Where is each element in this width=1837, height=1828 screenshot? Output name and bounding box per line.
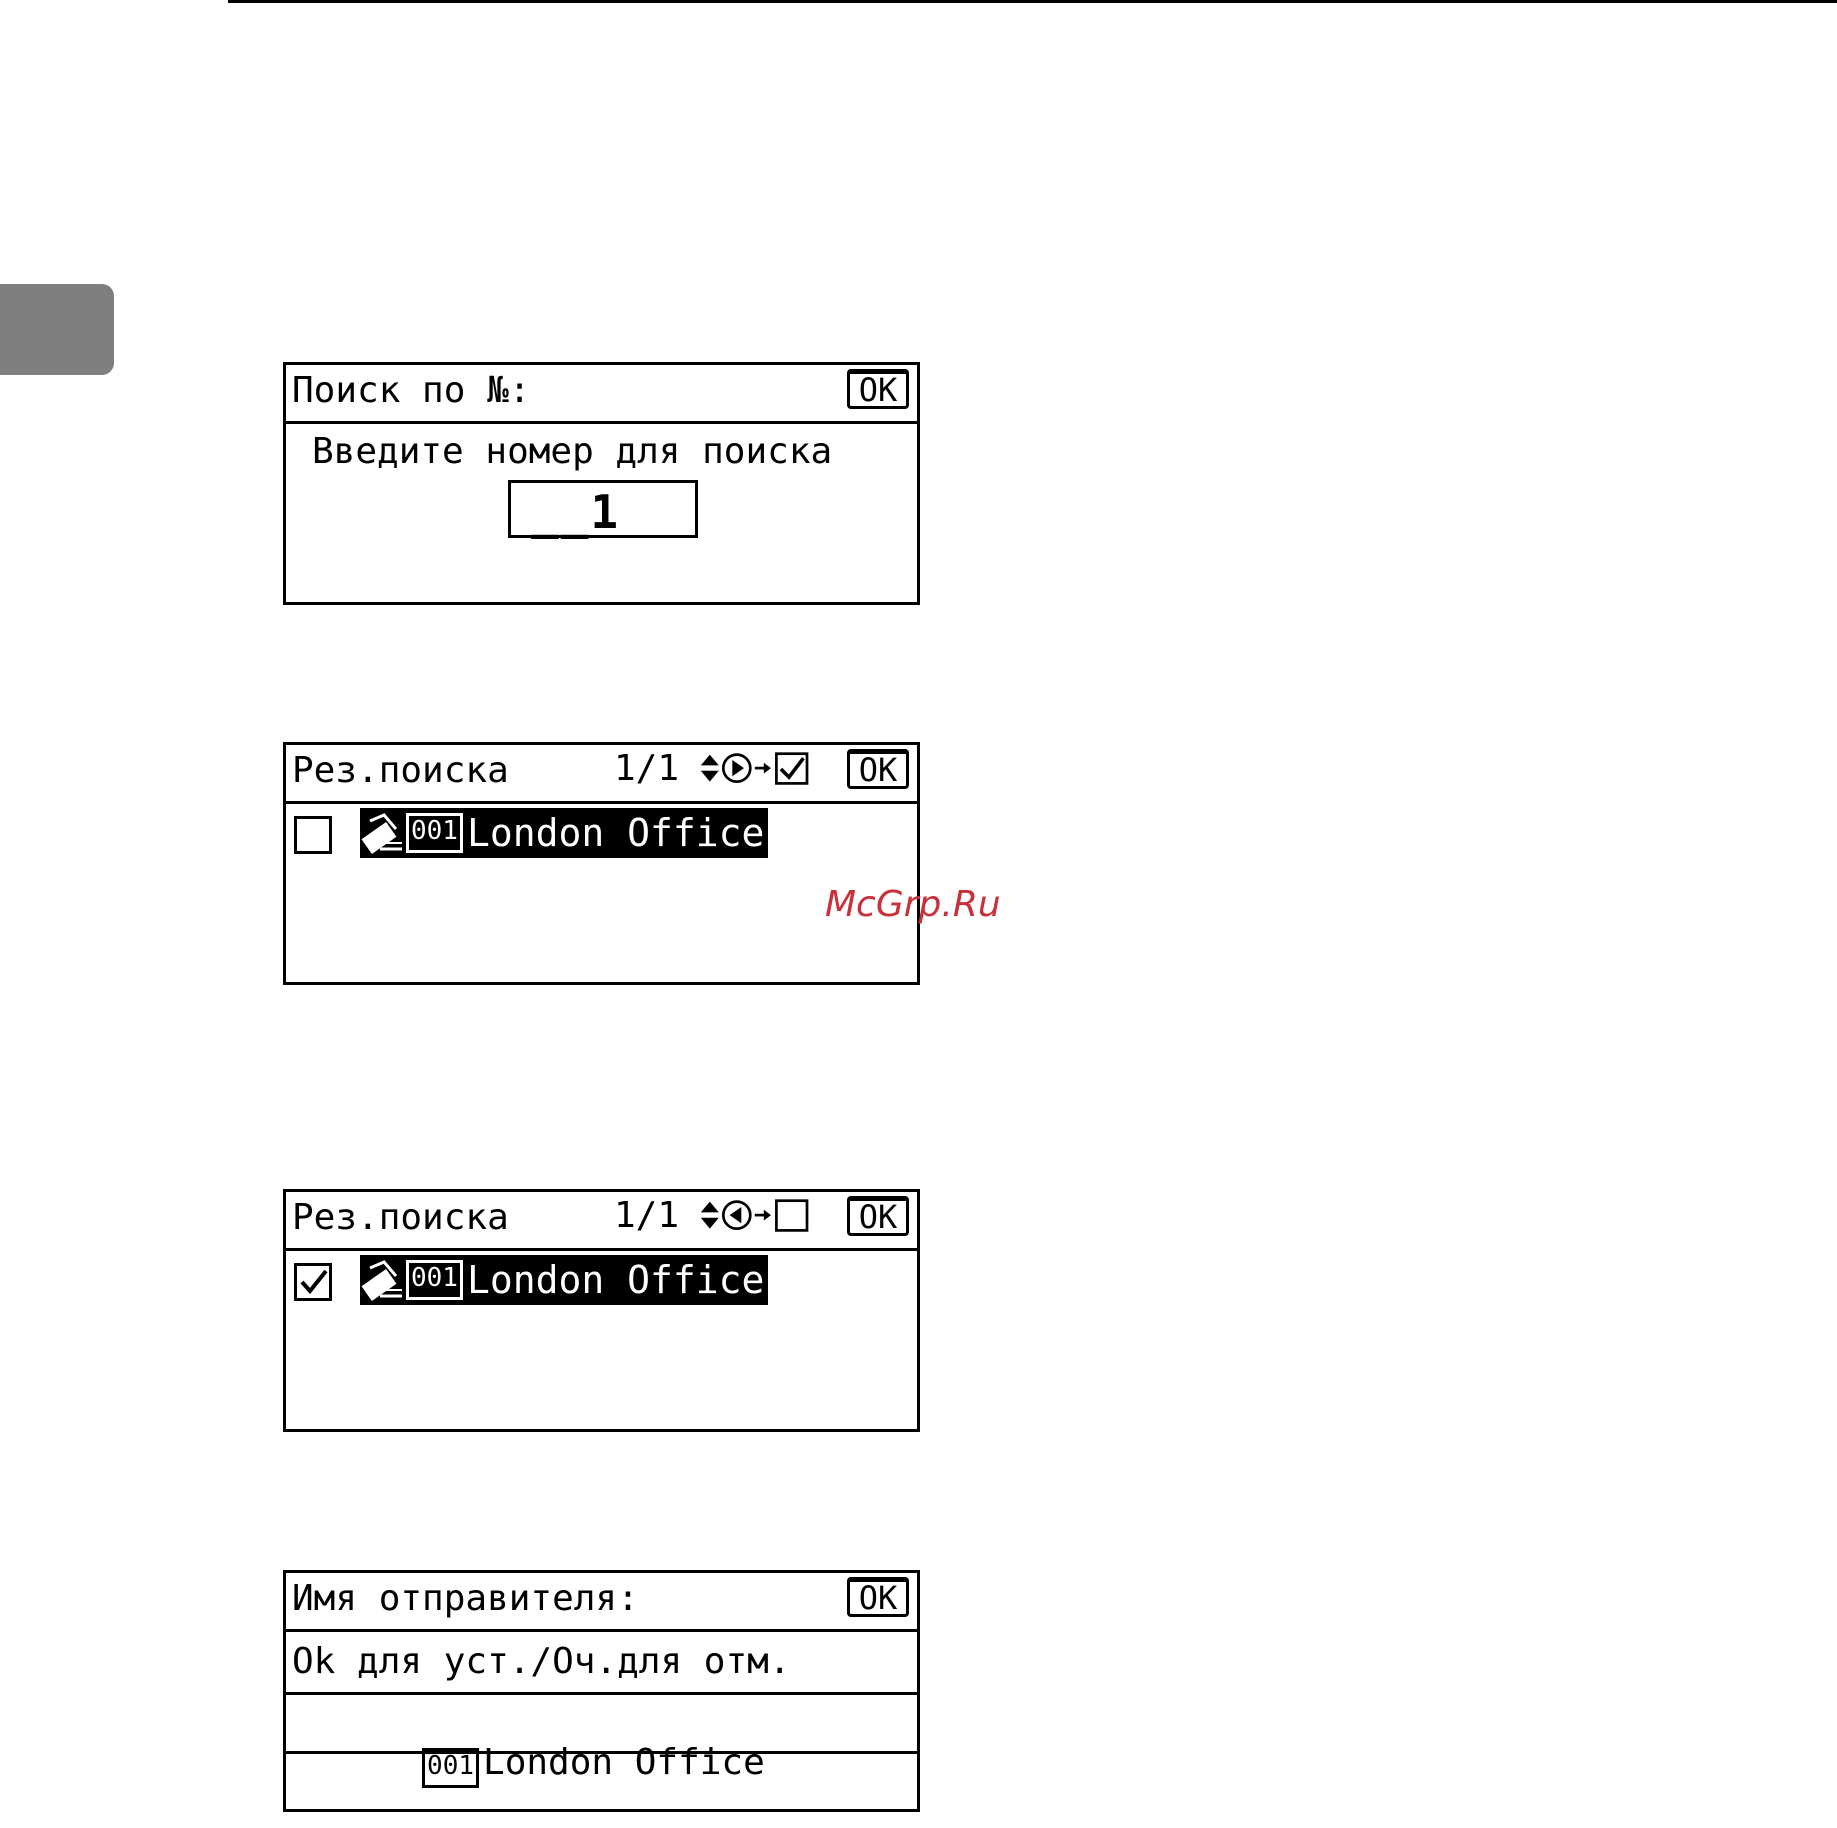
page-indicator: 1/1 [614, 1195, 680, 1236]
panel-title: Рез.поиска [292, 750, 509, 791]
chapter-tab [0, 284, 114, 375]
entry-checkbox[interactable] [294, 816, 332, 854]
search-prompt: Введите номер для поиска [312, 431, 833, 472]
empty-box-icon [775, 1199, 809, 1232]
up-down-arrow-icon [700, 1201, 719, 1229]
arrow-right-icon [754, 762, 771, 774]
right-select-icon [721, 753, 752, 783]
panel-header: Поиск по №: OK [286, 365, 917, 424]
navigation-icons [700, 1199, 809, 1232]
navigation-icons [700, 752, 809, 785]
hint-row: Ok для уст./Оч.для отм. [286, 1632, 917, 1695]
empty-row [286, 1754, 917, 1809]
check-mark-icon [300, 1269, 328, 1295]
entry-number-badge: 001 [406, 813, 463, 853]
entry-checkbox-checked[interactable] [294, 1263, 332, 1301]
panel-title: Поиск по №: [292, 370, 531, 411]
number-input[interactable]: __1 [508, 480, 698, 538]
panel-body: Введите номер для поиска __1 [286, 424, 917, 602]
checked-box-icon [775, 752, 809, 785]
search-results-panel-checked: Рез.поиска 1/1 OK 001 London Office [283, 1189, 920, 1432]
hint-text: Ok для уст./Оч.для отм. [292, 1641, 791, 1682]
ok-button[interactable]: OK [847, 749, 909, 789]
panel-title: Рез.поиска [292, 1197, 509, 1238]
sender-name-panel: Имя отправителя: OK Ok для уст./Оч.для о… [283, 1570, 920, 1812]
search-by-number-panel: Поиск по №: OK Введите номер для поиска … [283, 362, 920, 605]
panel-title: Имя отправителя: [292, 1578, 639, 1619]
watermark-text: McGrp.Ru [825, 884, 1001, 925]
results-list: 001 London Office [286, 804, 917, 982]
number-input-value: __1 [531, 485, 621, 539]
page-indicator: 1/1 [614, 748, 680, 789]
ok-button[interactable]: OK [847, 1577, 909, 1617]
entry-number-badge: 001 [406, 1260, 463, 1300]
arrow-right-icon [754, 1209, 771, 1221]
panel-header: Имя отправителя: OK [286, 1573, 917, 1632]
result-entry-selected[interactable]: 001 London Office [360, 808, 769, 858]
ok-button[interactable]: OK [847, 369, 909, 409]
panel-header: Рез.поиска 1/1 OK [286, 745, 917, 804]
up-down-arrow-icon [700, 754, 719, 782]
left-select-icon [721, 1200, 752, 1230]
entry-name: London Office [466, 811, 765, 855]
top-rule [228, 0, 1837, 3]
result-entry-selected[interactable]: 001 London Office [360, 1255, 769, 1305]
fax-destination-icon [361, 813, 402, 854]
results-list: 001 London Office [286, 1251, 917, 1429]
ok-button[interactable]: OK [847, 1196, 909, 1236]
fax-destination-icon [361, 1260, 402, 1301]
entry-name: London Office [466, 1258, 765, 1302]
panel-header: Рез.поиска 1/1 OK [286, 1192, 917, 1251]
search-results-panel-unchecked: Рез.поиска 1/1 OK 001 London Office [283, 742, 920, 985]
sender-entry-row[interactable]: 001 London Office [286, 1695, 917, 1788]
